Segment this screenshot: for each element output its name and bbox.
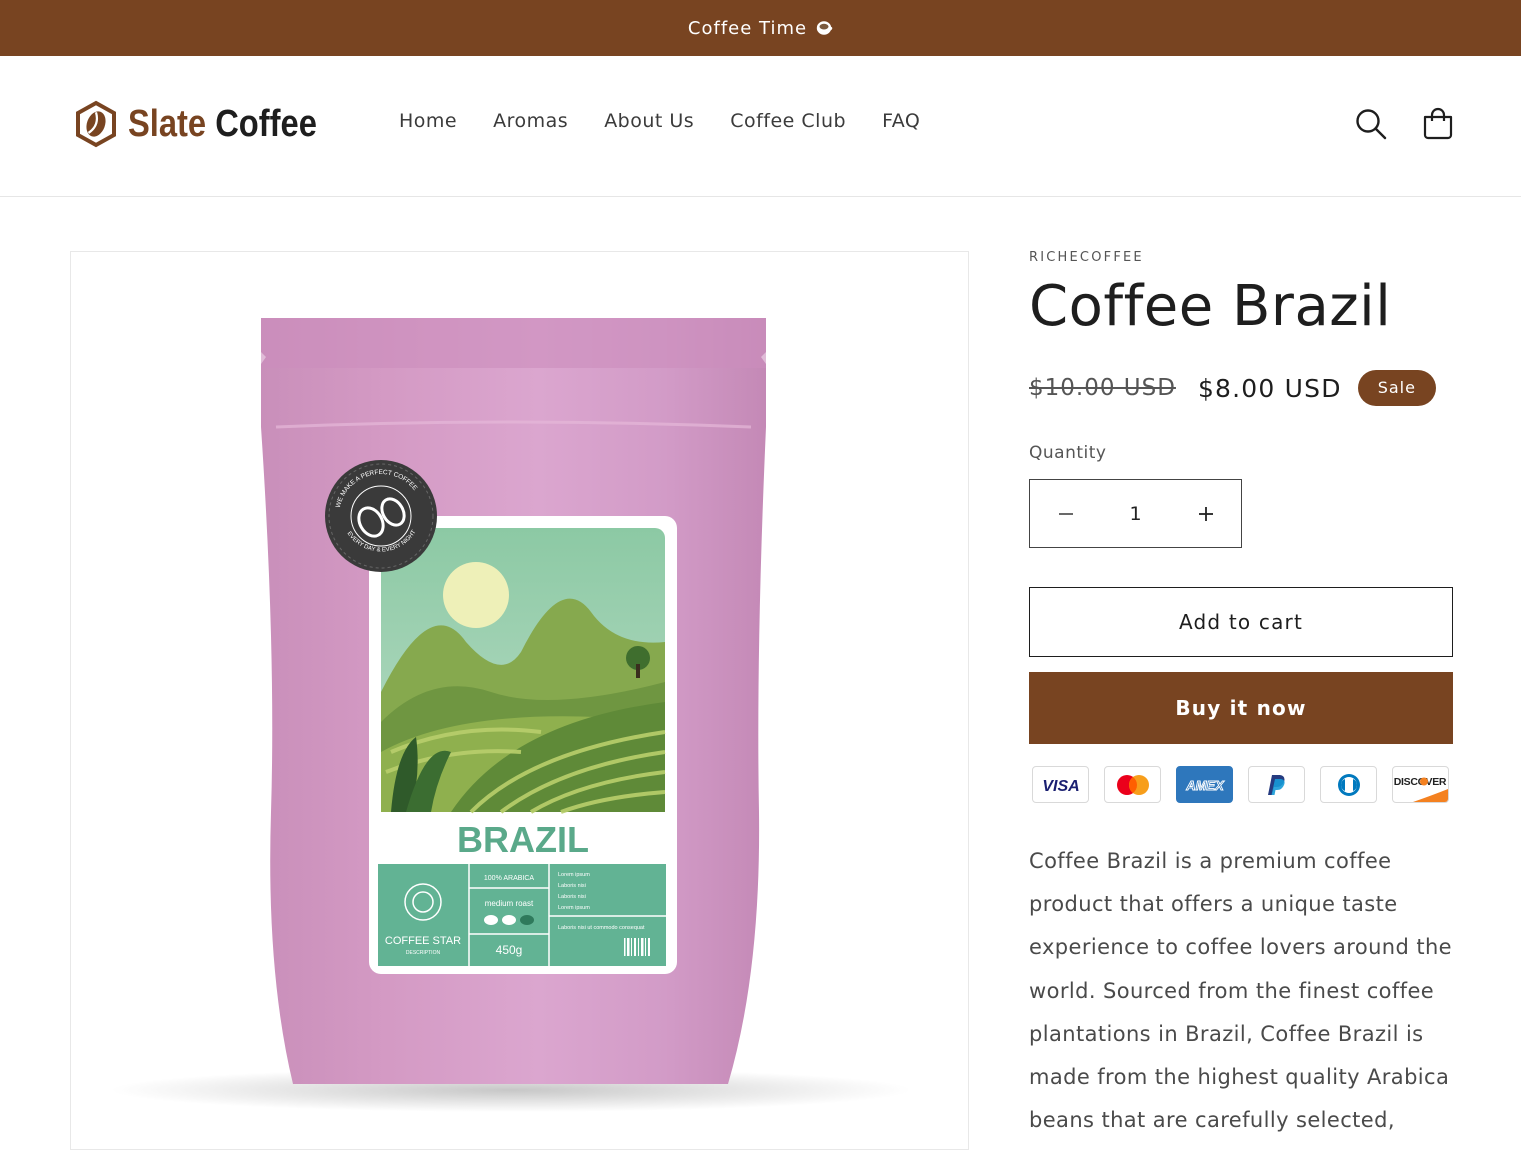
compare-at-price: $10.00 USD <box>1029 375 1176 401</box>
bag-lorem-3: Laboris nisi <box>558 894 586 900</box>
bag-lorem-footer: Laboris nisi ut commodo consequat <box>558 925 645 931</box>
logo-text: Slate Coffee <box>128 103 317 146</box>
logo[interactable]: Slate Coffee <box>74 96 348 152</box>
buy-it-now-button[interactable]: Buy it now <box>1029 672 1453 744</box>
amex-icon: AMEX <box>1176 766 1233 803</box>
bag-lorem-1: Lorem ipsum <box>558 872 590 878</box>
quantity-stepper <box>1029 479 1242 548</box>
announcement-text: Coffee Time <box>687 17 808 39</box>
bag-label-title: BRAZIL <box>457 819 589 860</box>
announcement-bar: Coffee Time <box>0 0 1521 56</box>
nav-coffee-club[interactable]: Coffee Club <box>712 110 864 132</box>
plus-icon <box>1198 506 1213 521</box>
bag-brand-sub: DESCRIPTION <box>406 950 441 956</box>
sale-badge: Sale <box>1357 370 1436 406</box>
product-title: Coffee Brazil <box>1029 274 1392 339</box>
sale-price: $8.00 USD <box>1197 373 1342 403</box>
bag-brand: COFFEE STAR <box>385 935 461 947</box>
quantity-decrease-button[interactable] <box>1030 480 1101 547</box>
bag-seal: WE MAKE A PERFECT COFFEE EVERY DAY & EVE… <box>325 460 437 572</box>
visa-label: VISA <box>1042 778 1079 793</box>
coffee-cup-icon <box>816 21 833 35</box>
bag-lorem-4: Lorem ipsum <box>558 905 590 911</box>
bag-roast: medium roast <box>485 899 534 908</box>
minus-icon <box>1058 512 1073 515</box>
add-to-cart-button[interactable]: Add to cart <box>1029 587 1453 657</box>
visa-icon: VISA <box>1032 766 1089 803</box>
product-image-frame[interactable]: BRAZIL COFFEE STAR DESCRIPTION 100% ARAB… <box>70 251 969 1150</box>
nav-home[interactable]: Home <box>381 110 475 132</box>
logo-word-coffee: Coffee <box>215 102 317 145</box>
quantity-increase-button[interactable] <box>1170 480 1241 547</box>
paypal-icon <box>1248 766 1305 803</box>
logo-word-slate: Slate <box>128 102 207 145</box>
product-description: Coffee Brazil is a premium coffee produc… <box>1029 849 1452 1133</box>
main-nav: Home Aromas About Us Coffee Club FAQ <box>381 110 938 132</box>
payment-icons: VISA AMEX DISCOVER <box>1032 766 1464 803</box>
discover-icon: DISCOVER <box>1392 766 1449 803</box>
mastercard-icon <box>1104 766 1161 803</box>
nav-about-us[interactable]: About Us <box>586 110 712 132</box>
cart-icon[interactable] <box>1421 107 1455 141</box>
quantity-input[interactable] <box>1101 480 1170 547</box>
search-icon[interactable] <box>1354 107 1388 141</box>
nav-faq[interactable]: FAQ <box>864 110 938 132</box>
diners-club-icon <box>1320 766 1377 803</box>
nav-aromas[interactable]: Aromas <box>475 110 586 132</box>
quantity-label: Quantity <box>1029 443 1107 463</box>
amex-label: AMEX <box>1185 778 1225 793</box>
price-row: $10.00 USD $8.00 USD Sale <box>1029 368 1436 408</box>
product-vendor[interactable]: RICHECOFFEE <box>1029 250 1144 265</box>
product-image-coffee-bag: BRAZIL COFFEE STAR DESCRIPTION 100% ARAB… <box>111 318 911 1112</box>
bag-lorem-2: Laboris nisi <box>558 883 586 889</box>
bag-weight: 450g <box>496 943 523 957</box>
site-header: Slate Coffee Home Aromas About Us Coffee… <box>0 56 1521 197</box>
bag-arabica: 100% ARABICA <box>484 875 535 882</box>
coffee-bean-hexagon-icon <box>76 100 116 148</box>
